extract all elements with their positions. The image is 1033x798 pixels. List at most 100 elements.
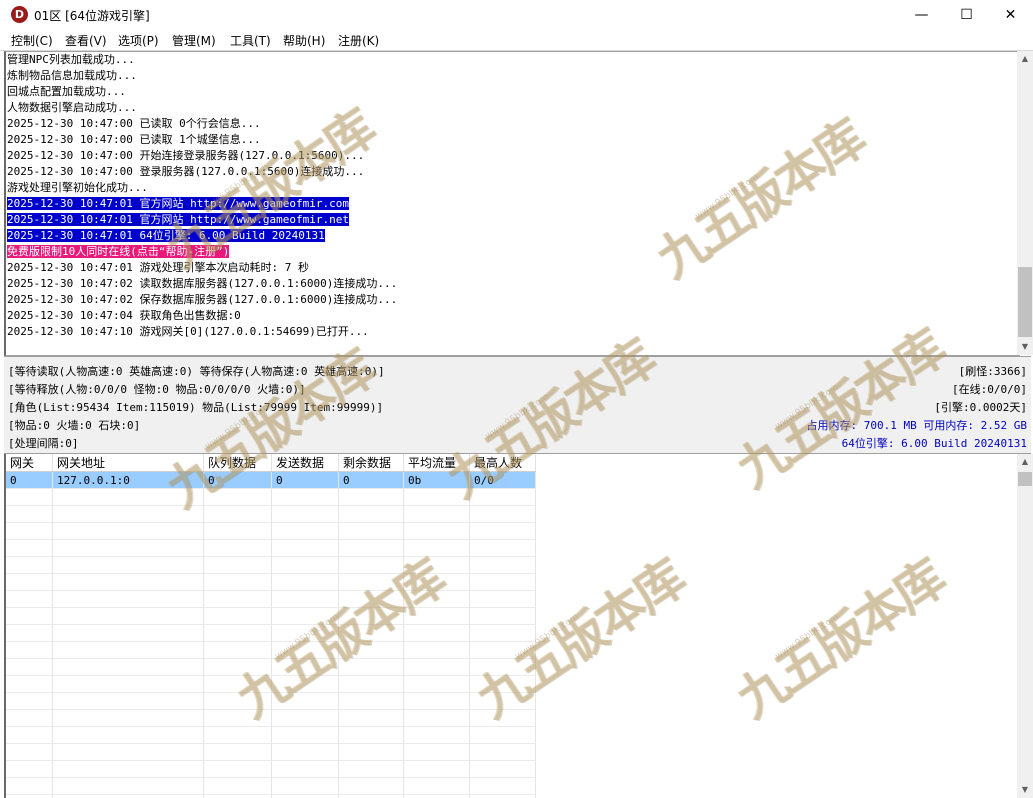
empty-row [6, 607, 536, 625]
empty-cell [403, 726, 470, 744]
empty-row [6, 505, 536, 523]
menu-control[interactable]: 控制(C) [11, 32, 53, 49]
empty-cell [271, 794, 339, 798]
empty-row [6, 522, 536, 540]
log-line-text: 2025-12-30 10:47:01 64位引擎: 6.00 Build 20… [7, 229, 325, 242]
menu-view[interactable]: 查看(V) [65, 32, 107, 49]
empty-cell [338, 607, 404, 625]
grid-scroll-up-icon[interactable]: ▲ [1017, 454, 1033, 470]
empty-row [6, 743, 536, 761]
empty-cell [52, 726, 204, 744]
empty-cell [271, 556, 339, 574]
empty-cell [469, 607, 536, 625]
col-gateway[interactable]: 网关 [6, 454, 53, 472]
col-avg-traffic[interactable]: 平均流量 [403, 454, 470, 472]
app-logo-icon[interactable]: D [11, 6, 28, 23]
log-line: 管理NPC列表加载成功... [6, 52, 1019, 68]
col-queue-data[interactable]: 队列数据 [203, 454, 272, 472]
table-cell: 127.0.0.1:0 [52, 471, 204, 489]
empty-cell [403, 658, 470, 676]
close-button[interactable]: ✕ [988, 0, 1033, 30]
menu-options[interactable]: 选项(P) [118, 32, 159, 49]
empty-cell [203, 573, 272, 591]
log-line-text: 2025-12-30 10:47:00 登录服务器(127.0.0.1:5600… [7, 165, 365, 178]
empty-cell [52, 505, 204, 523]
log-line: 2025-12-30 10:47:10 游戏网关[0](127.0.0.1:54… [6, 324, 1019, 340]
col-remaining-data[interactable]: 剩余数据 [338, 454, 404, 472]
empty-cell [469, 505, 536, 523]
status-memory: 占用内存: 700.1 MB 可用内存: 2.52 GB [806, 419, 1027, 432]
menu-bar: 控制(C) 查看(V) 选项(P) 管理(M) 工具(T) 帮助(H) 注册(K… [0, 30, 1033, 51]
empty-cell [52, 522, 204, 540]
empty-cell [271, 743, 339, 761]
empty-cell [338, 692, 404, 710]
empty-cell [203, 641, 272, 659]
empty-cell [6, 777, 53, 795]
empty-cell [271, 539, 339, 557]
empty-cell [469, 726, 536, 744]
log-line: 2025-12-30 10:47:00 已读取 0个行会信息... [6, 116, 1019, 132]
log-line: 2025-12-30 10:47:04 获取角色出售数据:0 [6, 308, 1019, 324]
empty-cell [6, 607, 53, 625]
log-line: 2025-12-30 10:47:00 登录服务器(127.0.0.1:5600… [6, 164, 1019, 180]
col-max-users[interactable]: 最高人数 [469, 454, 536, 472]
scroll-down-icon[interactable]: ▼ [1017, 339, 1033, 355]
empty-cell [469, 590, 536, 608]
empty-row [6, 488, 536, 506]
log-panel[interactable]: 管理NPC列表加载成功... 炼制物品信息加载成功... 回城点配置加载成功... 人… [4, 51, 1020, 356]
log-line-text: 炼制物品信息加载成功... [7, 69, 137, 82]
status-panel: [等待读取(人物高速:0 英雄高速:0) 等待保存(人物高速:0 英雄高速:0)… [4, 356, 1031, 454]
col-send-data[interactable]: 发送数据 [271, 454, 339, 472]
empty-cell [338, 794, 404, 798]
log-line-text: 2025-12-30 10:47:02 读取数据库服务器(127.0.0.1:6… [7, 277, 398, 290]
status-release: [等待释放(人物:0/0/0 怪物:0 物品:0/0/0/0 火墙:0)] [8, 383, 306, 396]
empty-cell [6, 692, 53, 710]
empty-cell [203, 692, 272, 710]
empty-row [6, 641, 536, 659]
empty-row [6, 573, 536, 591]
empty-cell [338, 556, 404, 574]
empty-cell [203, 743, 272, 761]
empty-cell [52, 556, 204, 574]
empty-cell [52, 539, 204, 557]
log-line-text: 免费版限制10人同时在线(点击“帮助-注册”) [7, 245, 230, 258]
empty-cell [52, 794, 204, 798]
log-line-text: 2025-12-30 10:47:01 官方网站 http://www.game… [7, 213, 350, 226]
empty-cell [403, 692, 470, 710]
empty-cell [52, 692, 204, 710]
log-line-text: 2025-12-30 10:47:00 已读取 1个城堡信息... [7, 133, 261, 146]
table-row[interactable]: 0 127.0.0.1:0 0 0 0 0b 0/0 [6, 471, 536, 489]
log-line: 2025-12-30 10:47:01 官方网站 http://www.game… [6, 212, 1019, 228]
gateway-grid[interactable]: 网关 网关地址 队列数据 发送数据 剩余数据 平均流量 最高人数 0 127.0.… [4, 454, 1019, 798]
status-items-walls: [物品:0 火墙:0 石块:0] [8, 419, 141, 432]
empty-cell [203, 658, 272, 676]
col-gateway-address[interactable]: 网关地址 [52, 454, 204, 472]
grid-scrollbar[interactable]: ▲ ▼ [1017, 454, 1033, 798]
grid-scroll-thumb[interactable] [1018, 472, 1032, 486]
empty-row [6, 709, 536, 727]
empty-cell [6, 794, 53, 798]
maximize-button[interactable]: ☐ [944, 0, 989, 30]
empty-cell [6, 726, 53, 744]
empty-cell [271, 692, 339, 710]
log-scroll-thumb[interactable] [1018, 267, 1032, 337]
empty-cell [203, 539, 272, 557]
menu-register[interactable]: 注册(K) [338, 32, 379, 49]
log-lines: 管理NPC列表加载成功... 炼制物品信息加载成功... 回城点配置加载成功... 人… [6, 52, 1019, 340]
log-line-text: 游戏处理引擎初始化成功... [7, 181, 148, 194]
log-scrollbar[interactable]: ▲ ▼ [1017, 51, 1033, 355]
empty-cell [338, 726, 404, 744]
minimize-button[interactable]: — [899, 0, 944, 30]
grid-scroll-down-icon[interactable]: ▼ [1017, 782, 1033, 798]
empty-cell [271, 777, 339, 795]
empty-cell [203, 709, 272, 727]
menu-manage[interactable]: 管理(M) [172, 32, 216, 49]
menu-tools[interactable]: 工具(T) [230, 32, 271, 49]
empty-cell [403, 794, 470, 798]
scroll-up-icon[interactable]: ▲ [1017, 51, 1033, 67]
log-line-text: 人物数据引擎启动成功... [7, 101, 137, 114]
log-line: 2025-12-30 10:47:01 官方网站 http://www.game… [6, 196, 1019, 212]
menu-help[interactable]: 帮助(H) [283, 32, 325, 49]
empty-cell [338, 709, 404, 727]
empty-cell [403, 556, 470, 574]
